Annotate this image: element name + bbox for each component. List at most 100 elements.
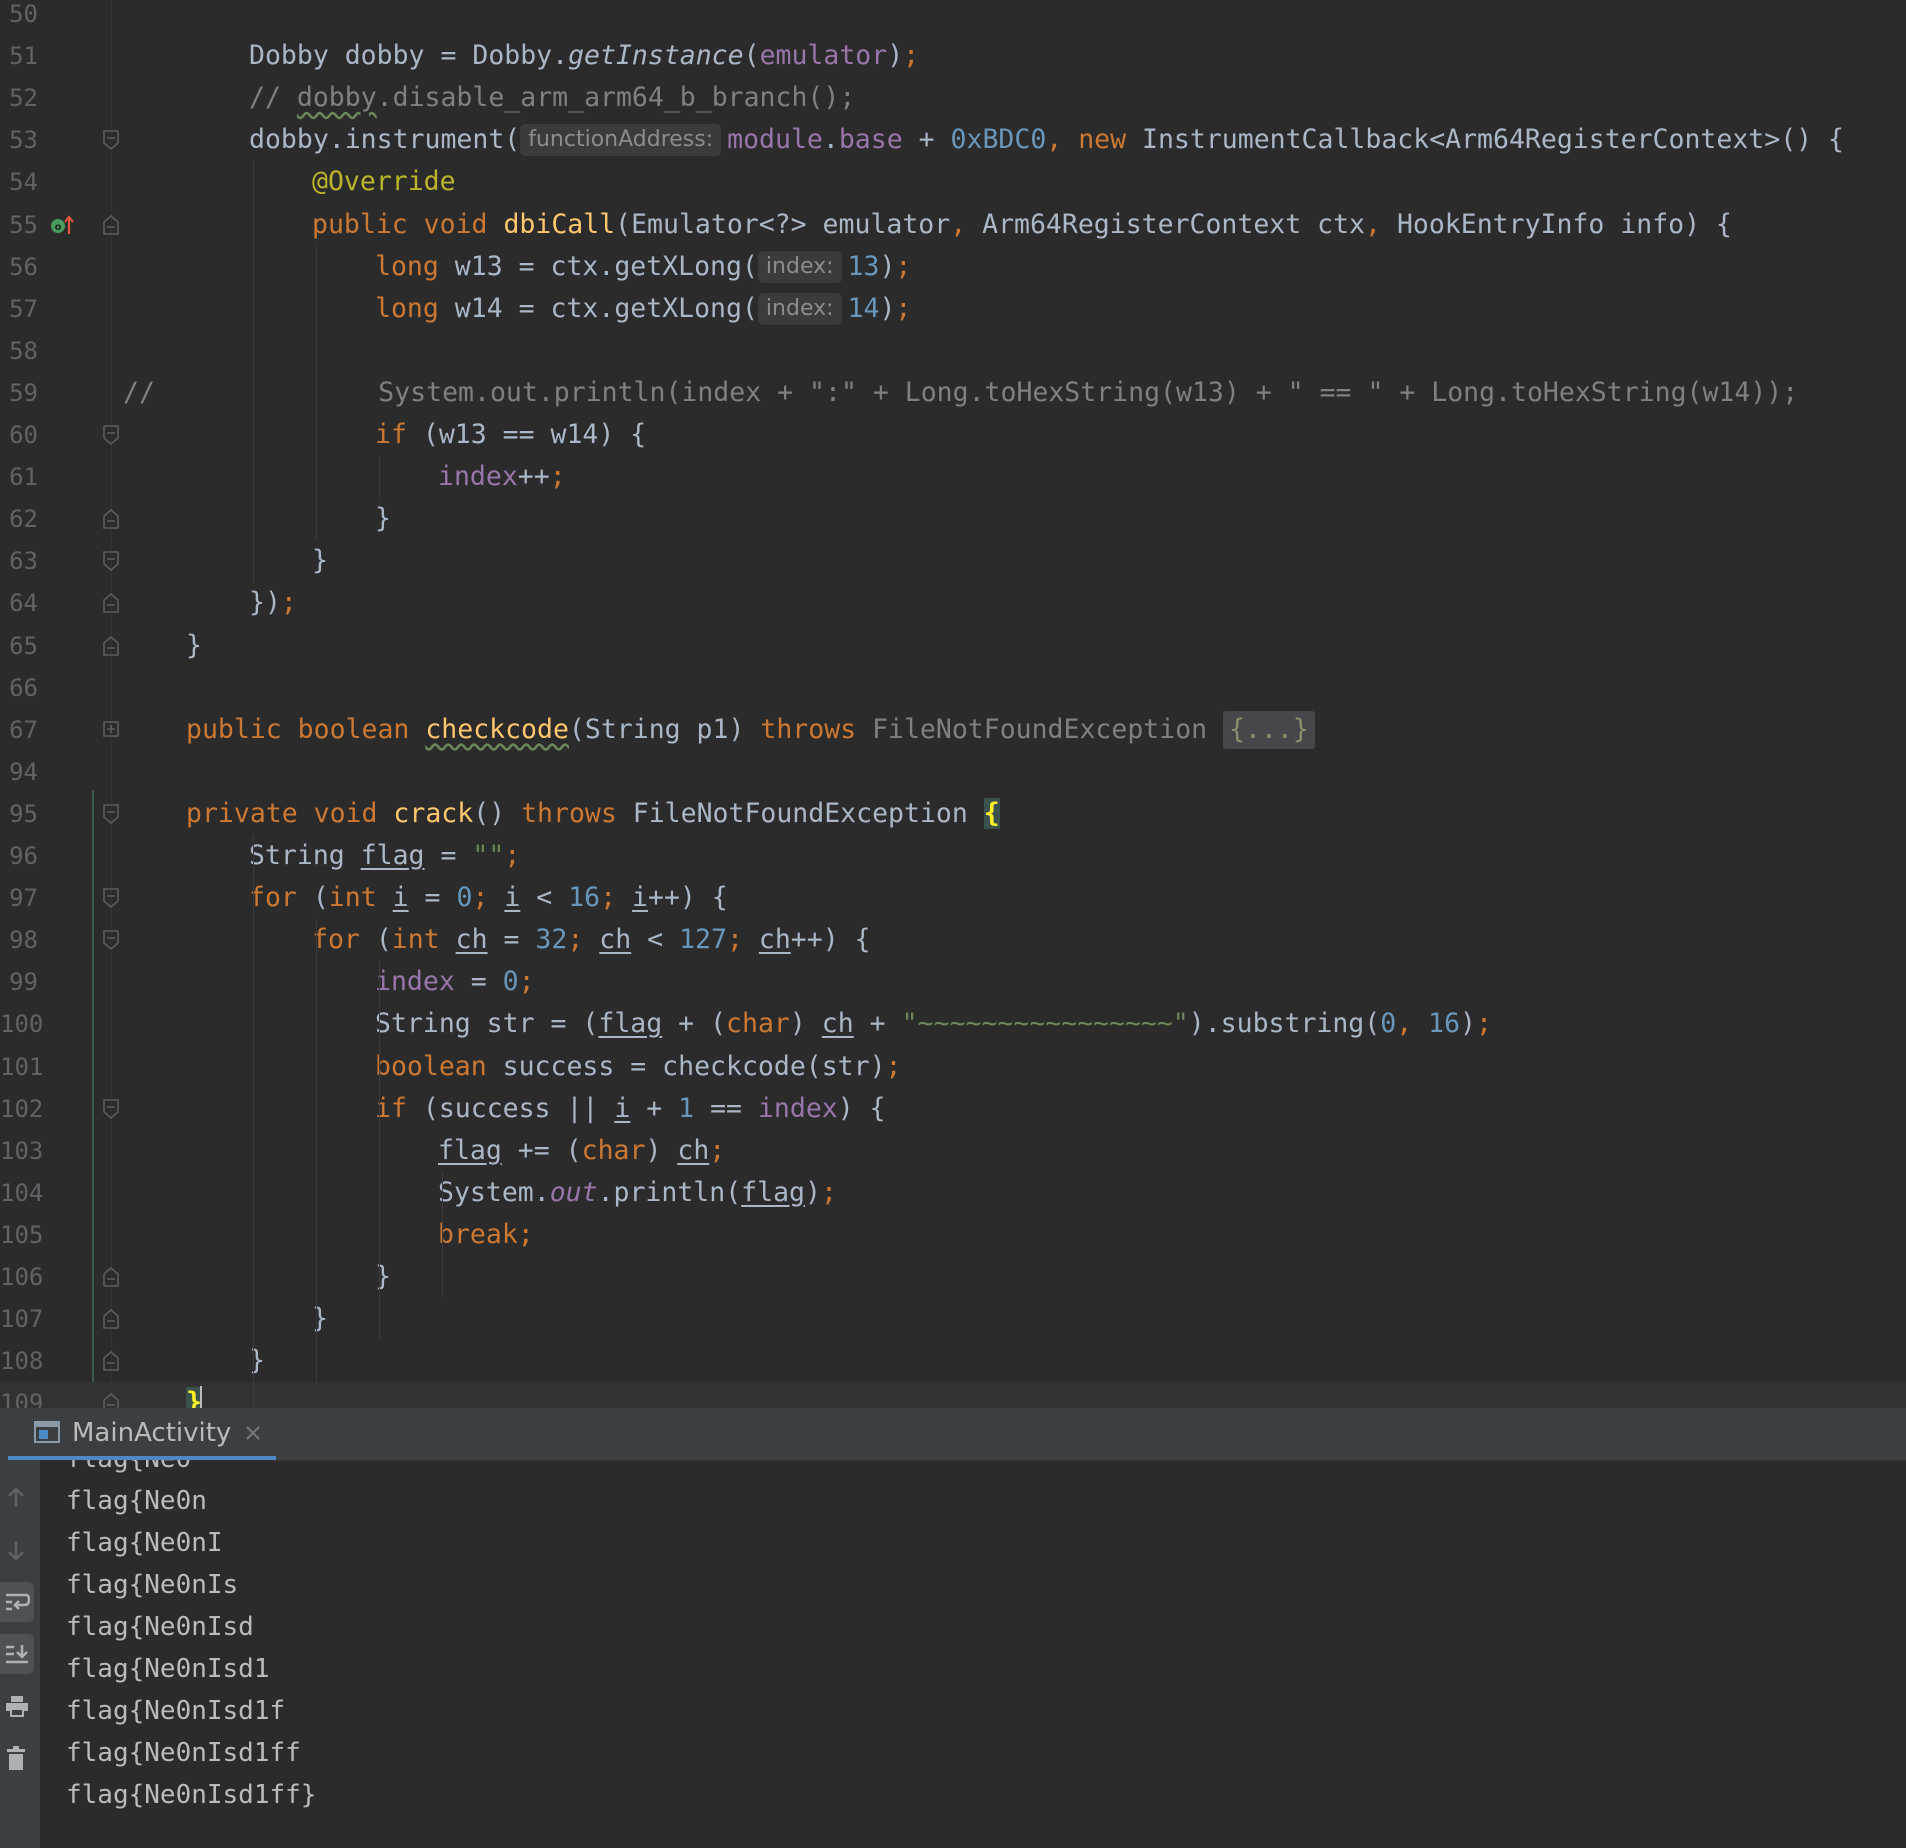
line-number: 103 xyxy=(0,1136,44,1165)
code-line[interactable]: 62} xyxy=(0,498,1906,540)
code-line[interactable]: 107} xyxy=(0,1298,1906,1340)
fold-collapse-icon[interactable] xyxy=(103,1309,119,1329)
fold-collapse-icon[interactable] xyxy=(103,635,119,656)
code-token: success = checkcode(str) xyxy=(502,1050,886,1082)
code-token: private void xyxy=(186,797,394,829)
code-token: // System.out.println(index + ":" + Long… xyxy=(123,376,1799,408)
code-token: 14 xyxy=(847,292,880,324)
fold-collapse-icon[interactable] xyxy=(103,888,119,909)
parameter-hint: index: xyxy=(757,250,842,283)
code-line[interactable]: 57 long w14 = ctx.getXLong(index: 14); xyxy=(0,288,1906,330)
code-token: ) xyxy=(879,250,896,282)
code-line[interactable]: 98 for (int ch = 32; ch < 127; ch++) { xyxy=(0,919,1906,961)
code-token: base xyxy=(838,124,903,156)
console-window-icon xyxy=(34,1421,60,1443)
parameter-hint: functionAddress: xyxy=(520,124,722,157)
fold-expand-icon[interactable] xyxy=(103,720,119,740)
console-output[interactable]: flag{Ne0 flag{Ne0n flag{Ne0nI flag{Ne0nIs fl… xyxy=(40,1460,1906,1848)
fold-collapse-icon[interactable] xyxy=(103,1393,119,1408)
code-text: } xyxy=(249,1340,265,1382)
code-token: + ( xyxy=(662,1008,727,1040)
code-token: , new xyxy=(1046,124,1143,156)
code-line[interactable]: 60 if (w13 == w14) { xyxy=(0,414,1906,456)
code-text: } xyxy=(312,540,328,582)
code-line[interactable]: 105 break; xyxy=(0,1214,1906,1256)
code-line[interactable]: 55 o public void dbiCall(Emulator<?> emula… xyxy=(0,204,1906,246)
code-token: // xyxy=(249,82,297,114)
code-token: } xyxy=(312,545,328,577)
code-line[interactable]: 104 System.out.println(flag); xyxy=(0,1172,1906,1214)
indent-guide xyxy=(253,161,254,583)
fold-collapse-icon[interactable] xyxy=(103,930,119,951)
code-line[interactable]: 99 index = 0; xyxy=(0,961,1906,1003)
scroll-to-end-icon[interactable] xyxy=(0,1634,34,1674)
code-line[interactable]: 54 @Override xyxy=(0,161,1906,203)
code-line[interactable]: 51 Dobby dobby = Dobby.getInstance(emulat… xyxy=(0,35,1906,77)
code-text: } xyxy=(375,498,391,540)
code-line[interactable]: 108} xyxy=(0,1340,1906,1382)
code-token: if xyxy=(375,419,423,450)
fold-collapse-icon[interactable] xyxy=(103,509,119,529)
print-icon[interactable] xyxy=(0,1686,34,1726)
soft-wrap-icon[interactable] xyxy=(0,1582,34,1622)
code-line[interactable]: 65} xyxy=(0,625,1906,667)
run-tab-label: MainActivity xyxy=(72,1418,232,1448)
code-token: 0 xyxy=(1380,1008,1397,1040)
code-token: ; xyxy=(600,882,633,914)
code-line[interactable]: 52 // dobby.disable_arm_arm64_b_branch(); xyxy=(0,77,1906,119)
fold-collapse-icon[interactable] xyxy=(103,425,119,445)
code-token: ch xyxy=(758,924,791,956)
code-line[interactable]: 59 // System.out.println(index + ":" + Lo… xyxy=(0,372,1906,414)
code-line[interactable]: 103 flag += (char) ch; xyxy=(0,1130,1906,1172)
code-line[interactable]: 96 String flag = ""; xyxy=(0,835,1906,877)
code-line[interactable]: 61 index++; xyxy=(0,456,1906,498)
trash-icon[interactable] xyxy=(0,1738,34,1778)
code-line[interactable]: 101 boolean success = checkcode(str); xyxy=(0,1046,1906,1088)
line-number: 101 xyxy=(0,1052,44,1081)
code-line[interactable]: 56 long w13 = ctx.getXLong(index: 13); xyxy=(0,246,1906,288)
fold-collapse-icon[interactable] xyxy=(103,593,119,614)
line-number: 55 xyxy=(9,210,38,239)
code-line[interactable]: 63} xyxy=(0,540,1906,582)
arrow-up-icon[interactable] xyxy=(0,1478,34,1518)
fold-collapse-icon[interactable] xyxy=(103,1267,119,1287)
code-line[interactable]: 109} xyxy=(0,1382,1906,1408)
svg-text:o: o xyxy=(55,222,62,233)
code-line[interactable]: 94 xyxy=(0,751,1906,793)
code-token: ch xyxy=(821,1008,854,1040)
fold-collapse-icon[interactable] xyxy=(103,551,119,572)
code-line[interactable]: 50 xyxy=(0,0,1906,35)
code-token: 32 xyxy=(535,924,568,956)
fold-collapse-icon[interactable] xyxy=(103,1351,119,1371)
code-token: , xyxy=(1396,1008,1429,1040)
code-editor[interactable]: 50 51 Dobby dobby = Dobby.getInstance(emul… xyxy=(0,0,1906,1408)
run-tab-mainactivity[interactable]: MainActivity xyxy=(8,1408,276,1460)
close-icon[interactable] xyxy=(244,1424,262,1442)
code-line[interactable]: 64}); xyxy=(0,582,1906,624)
line-number: 62 xyxy=(9,505,38,534)
code-token: 16 xyxy=(1428,1008,1461,1040)
fold-collapse-icon[interactable] xyxy=(103,130,119,151)
code-token: index xyxy=(375,966,455,998)
arrow-down-icon[interactable] xyxy=(0,1530,34,1570)
code-line[interactable]: 53 dobby.instrument(functionAddress: modul… xyxy=(0,119,1906,161)
line-number: 95 xyxy=(9,799,38,828)
code-line[interactable]: 102 if (success || i + 1 == index) { xyxy=(0,1088,1906,1130)
code-line[interactable]: 66 xyxy=(0,667,1906,709)
run-panel: MainActivity flag{Ne0flag{Ne0nflag{Ne xyxy=(0,1408,1906,1848)
code-line[interactable]: 95 private void crack() throws FileNotFou… xyxy=(0,793,1906,835)
code-line[interactable]: 97 for (int i = 0; i < 16; i++) { xyxy=(0,877,1906,919)
indent-guide xyxy=(442,1171,443,1299)
override-icon[interactable]: o xyxy=(50,214,76,236)
code-line[interactable]: 106} xyxy=(0,1256,1906,1298)
line-number: 98 xyxy=(9,926,38,955)
fold-collapse-icon[interactable] xyxy=(103,214,119,235)
code-token: , xyxy=(1365,208,1397,240)
fold-collapse-icon[interactable] xyxy=(103,1098,119,1119)
code-line[interactable]: 67 public boolean checkcode(String p1) th… xyxy=(0,709,1906,751)
folded-code-placeholder[interactable]: {...} xyxy=(1223,710,1315,749)
code-line[interactable]: 58 xyxy=(0,330,1906,372)
code-line[interactable]: 100 String str = (flag + (char) ch + "~~~… xyxy=(0,1003,1906,1045)
fold-collapse-icon[interactable] xyxy=(103,804,119,824)
code-token: ; xyxy=(280,587,297,619)
